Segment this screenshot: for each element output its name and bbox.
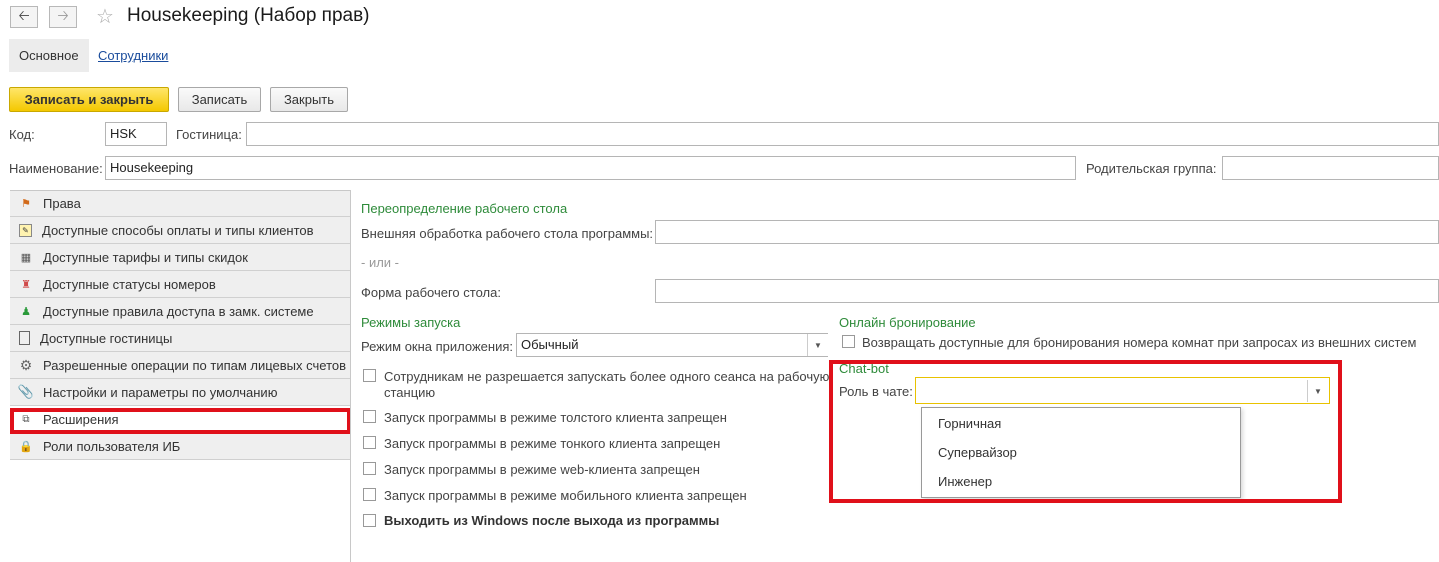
payment-icon: ✎	[19, 223, 32, 237]
save-button[interactable]: Записать	[178, 87, 261, 112]
sidebar-item-label: Доступные способы оплаты и типы клиентов	[42, 222, 314, 238]
checkbox-label: Запуск программы в режиме толстого клиен…	[384, 410, 727, 425]
rights-icon: ⚑	[21, 198, 31, 210]
sidebar-item-label: Права	[43, 196, 81, 211]
checkbox-return-available-rooms[interactable]	[842, 335, 855, 348]
sidebar-item-label: Доступные гостиницы	[40, 330, 173, 346]
hotel-field[interactable]	[246, 122, 1439, 146]
app-mode-label: Режим окна приложения:	[361, 339, 513, 354]
sidebar-item-tariffs[interactable]: ▦ Доступные тарифы и типы скидок	[10, 244, 350, 271]
highlight-chatbot	[829, 360, 1342, 503]
checkbox-label: Запуск программы в режиме тонкого клиент…	[384, 436, 721, 451]
gear-icon: ⚙	[19, 356, 33, 373]
launch-section-title: Режимы запуска	[361, 315, 461, 330]
sidebar-item-label: Роли пользователя ИБ	[43, 438, 181, 454]
arrow-left-icon: 🡠	[18, 7, 30, 23]
highlight-extensions	[10, 408, 351, 434]
user-role-icon: 🔒	[19, 440, 33, 453]
close-button[interactable]: Закрыть	[270, 87, 348, 112]
external-processing-field[interactable]	[655, 220, 1439, 244]
sidebar-item-payment[interactable]: ✎ Доступные способы оплаты и типы клиент…	[10, 217, 350, 244]
checkbox-exit-windows[interactable]	[363, 514, 376, 527]
checkbox-label: Сотрудникам не разрешается запускать бол…	[384, 369, 830, 384]
checkbox-web-client[interactable]	[363, 462, 376, 475]
checkbox-label: Выходить из Windows после выхода из прог…	[384, 513, 720, 528]
sidebar-item-access-rules[interactable]: ♟ Доступные правила доступа в замк. сист…	[10, 298, 350, 325]
checkbox-label: Возвращать доступные для бронирования но…	[862, 335, 1417, 350]
checkbox-label: Запуск программы в режиме мобильного кли…	[384, 488, 747, 503]
sidebar-item-label: Доступные статусы номеров	[43, 276, 216, 292]
sidebar-item-label: Доступные правила доступа в замк. систем…	[43, 303, 314, 319]
sidebar-item-user-roles[interactable]: 🔒 Роли пользователя ИБ	[10, 433, 350, 460]
desktop-form-label: Форма рабочего стола:	[361, 285, 501, 300]
app-mode-select[interactable]: Обычный	[516, 333, 828, 357]
checkbox-thin-client[interactable]	[363, 436, 376, 449]
forward-button[interactable]: 🡢	[49, 6, 77, 28]
external-processing-label: Внешняя обработка рабочего стола програм…	[361, 226, 654, 241]
sidebar-item-label: Настройки и параметры по умолчанию	[43, 384, 278, 400]
checkbox-label-cont: станцию	[384, 385, 436, 400]
code-field[interactable]: HSK	[105, 122, 167, 146]
name-label: Наименование:	[9, 161, 103, 176]
page-title: Housekeeping (Набор прав)	[127, 5, 370, 26]
arrow-right-icon: 🡢	[57, 7, 69, 23]
sidebar-item-operations[interactable]: ⚙ Разрешенные операции по типам лицевых …	[10, 352, 350, 379]
document-icon	[19, 331, 30, 345]
or-text: - или -	[361, 255, 399, 270]
paperclip-icon: 📎	[17, 384, 35, 399]
sidebar-item-room-statuses[interactable]: ♜ Доступные статусы номеров	[10, 271, 350, 298]
user-lock-icon: ♟	[21, 305, 31, 318]
app-mode-value: Обычный	[521, 337, 579, 352]
online-booking-section-title: Онлайн бронирование	[839, 315, 976, 330]
calculator-icon: ▦	[20, 251, 32, 264]
sidebar-item-hotels[interactable]: Доступные гостиницы	[10, 325, 350, 352]
star-icon[interactable]: ☆	[96, 4, 114, 29]
checkbox-single-session[interactable]	[363, 369, 376, 382]
chevron-down-icon[interactable]: ▼	[807, 334, 828, 356]
save-and-close-button[interactable]: Записать и закрыть	[9, 87, 169, 112]
parent-group-field[interactable]	[1222, 156, 1439, 180]
sidebar-item-label: Разрешенные операции по типам лицевых сч…	[43, 357, 347, 373]
divider	[350, 190, 351, 562]
checkbox-label: Запуск программы в режиме web-клиента за…	[384, 462, 700, 477]
checkbox-thick-client[interactable]	[363, 410, 376, 423]
hotel-label: Гостиница:	[176, 127, 242, 142]
room-status-icon: ♜	[21, 278, 31, 291]
sidebar-item-rights[interactable]: ⚑ Права	[10, 190, 350, 217]
sidebar-item-settings[interactable]: 📎 Настройки и параметры по умолчанию	[10, 379, 350, 406]
name-field[interactable]: Housekeeping	[105, 156, 1076, 180]
back-button[interactable]: 🡠	[10, 6, 38, 28]
desktop-section-title: Переопределение рабочего стола	[361, 201, 568, 216]
sidebar-item-label: Доступные тарифы и типы скидок	[43, 249, 248, 265]
tab-employees[interactable]: Сотрудники	[88, 39, 178, 72]
tab-main[interactable]: Основное	[9, 39, 89, 72]
desktop-form-field[interactable]	[655, 279, 1439, 303]
code-label: Код:	[9, 127, 35, 142]
checkbox-mobile-client[interactable]	[363, 488, 376, 501]
parent-group-label: Родительская группа:	[1086, 161, 1217, 176]
